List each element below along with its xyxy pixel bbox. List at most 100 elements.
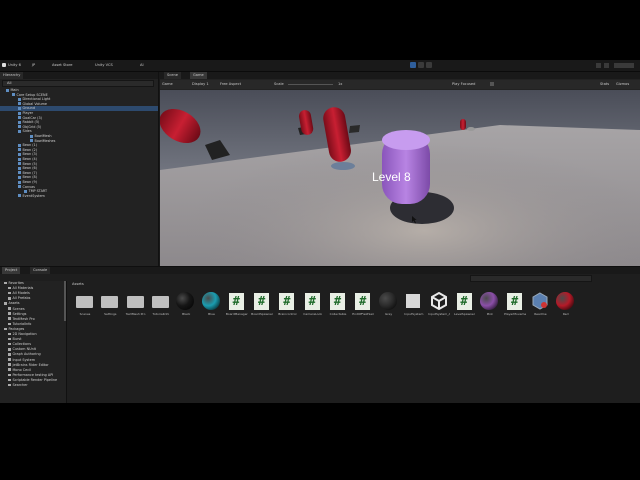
tree-item[interactable]: All Prefabs [8,296,30,301]
material-sphere-icon [479,292,498,310]
tab-hierarchy[interactable]: Hierarchy [0,72,24,79]
hierarchy-item-label: Bean (1) [22,143,38,148]
tree-item[interactable]: Settings [8,312,26,317]
layout-dropdown[interactable] [614,63,634,68]
tree-item[interactable]: Mono Cecil [8,368,31,373]
tree-item-label: TextMesh Pro [12,316,35,321]
asset-label: TutorialInfo [152,312,170,316]
gameobject-icon [6,88,9,92]
gameobject-icon [18,152,21,156]
tree-item[interactable]: TextMesh Pro [8,317,35,322]
tree-item[interactable]: Assets [4,301,20,306]
folder-icon [8,373,11,377]
folder-icon [8,368,11,371]
display-select[interactable]: Display 1 [192,82,209,87]
tree-item-label: TutorialInfo [12,321,32,326]
pause-button[interactable] [418,62,424,76]
project-search-input[interactable] [470,275,592,282]
tree-item[interactable]: 2D Navigation [8,332,37,337]
tree-scrollbar[interactable] [64,281,66,321]
unity-asset-icon [430,291,448,311]
ai-button[interactable]: AI [140,63,144,67]
breadcrumb[interactable]: Assets [72,282,84,287]
tree-item[interactable]: Collections [8,342,31,347]
csharp-script-icon: # [254,293,270,310]
gameobject-icon [18,120,21,124]
tree-item[interactable]: Packages [4,327,24,332]
layers-icon[interactable] [604,63,609,68]
tree-item-label: All Materials [12,286,34,291]
hierarchy-item-label: Bean (9) [22,180,38,184]
asset-label: Black [182,312,191,316]
gameobject-icon [18,162,21,166]
vcs-button[interactable]: Unity VCS [95,63,113,67]
material-sphere-icon [555,292,574,310]
hierarchy-tabbar: Hierarchy [0,72,158,79]
tree-item[interactable]: Input System [8,358,35,363]
tree-item[interactable]: Scriptable Render Pipeline [8,378,57,383]
gizmos-button[interactable]: Gizmos [616,82,629,87]
asset-store-button[interactable]: Asset Store [52,63,72,67]
folder-icon [4,302,7,305]
tree-item-label: Scenes [12,306,25,311]
gameobject-icon [18,148,21,152]
gameobject-icon [18,97,21,101]
tree-item-label: Burst [12,337,22,342]
tree-item[interactable]: Custom NUnit [8,347,36,352]
gameobject-icon [24,189,27,193]
gameobject-icon [18,157,21,161]
folder-icon [101,296,119,308]
csharp-script-icon: # [228,293,244,310]
tree-item[interactable]: All Models [8,291,30,296]
play-button[interactable] [410,62,416,76]
mute-audio-icon[interactable] [490,82,494,86]
aspect-select[interactable]: Free Aspect [220,82,241,87]
tree-item[interactable]: Scenes [8,307,25,312]
hierarchy-item[interactable]: EventSystem [0,194,158,199]
step-button[interactable] [426,62,432,76]
folder-icon [4,327,7,331]
hierarchy-item-label: EventSystem [22,193,45,198]
folder-icon [8,383,11,387]
tree-item[interactable]: Searcher [8,383,28,388]
account-button[interactable]: JP [32,63,35,67]
tree-item[interactable]: Burst [8,337,21,342]
tree-item[interactable]: Performance testing API [8,373,53,378]
asset-label: Readme [534,312,547,316]
tree-item[interactable]: JetBrains Rider Editor [8,363,49,368]
tree-item-label: Settings [12,311,27,316]
tab-game[interactable]: Game [190,72,207,79]
tab-scene[interactable]: Scene [164,72,181,79]
tree-item[interactable]: Favorites [4,281,24,286]
tree-item-label: Performance testing API [12,372,54,377]
tab-console[interactable]: Console [30,267,51,274]
app-title[interactable]: Unity 6 [8,63,21,67]
material-sphere-icon [378,292,397,310]
tree-item-label: Searcher [12,383,28,387]
hierarchy-item-label: Ground [22,106,35,111]
tree-item-label: All Prefabs [12,296,31,301]
search-icon[interactable] [596,63,601,68]
tree-item-label: Scriptable Render Pipeline [12,377,58,382]
tab-project[interactable]: Project [2,267,21,274]
csharp-script-icon: # [330,293,345,310]
play-focused-dropdown[interactable]: Play Focused [452,82,475,87]
asset-label: LevelSpawner [454,312,475,316]
csharp-script-icon: # [355,293,371,310]
gameobject-icon [18,116,21,120]
tree-item[interactable]: Graph Authoring [8,352,41,357]
gameobject-icon [18,180,21,184]
game-viewport[interactable]: Level 8 [160,90,640,266]
scale-slider[interactable] [288,84,333,85]
game-display-dropdown[interactable]: Game [162,82,173,87]
hierarchy-item-label: TMP START [28,189,48,194]
folder-icon [8,312,11,315]
tree-item[interactable]: All Materials [8,286,33,291]
tree-item[interactable]: TutorialInfo [8,322,31,327]
asset-label: EndOfFieldSample [352,312,375,316]
stats-button[interactable]: Stats [600,82,609,87]
gameobject-icon [18,175,21,179]
asset-label: Red [562,312,569,316]
hierarchy-search-input[interactable]: All [2,80,154,87]
tree-item-label: Custom NUnit [12,347,37,352]
